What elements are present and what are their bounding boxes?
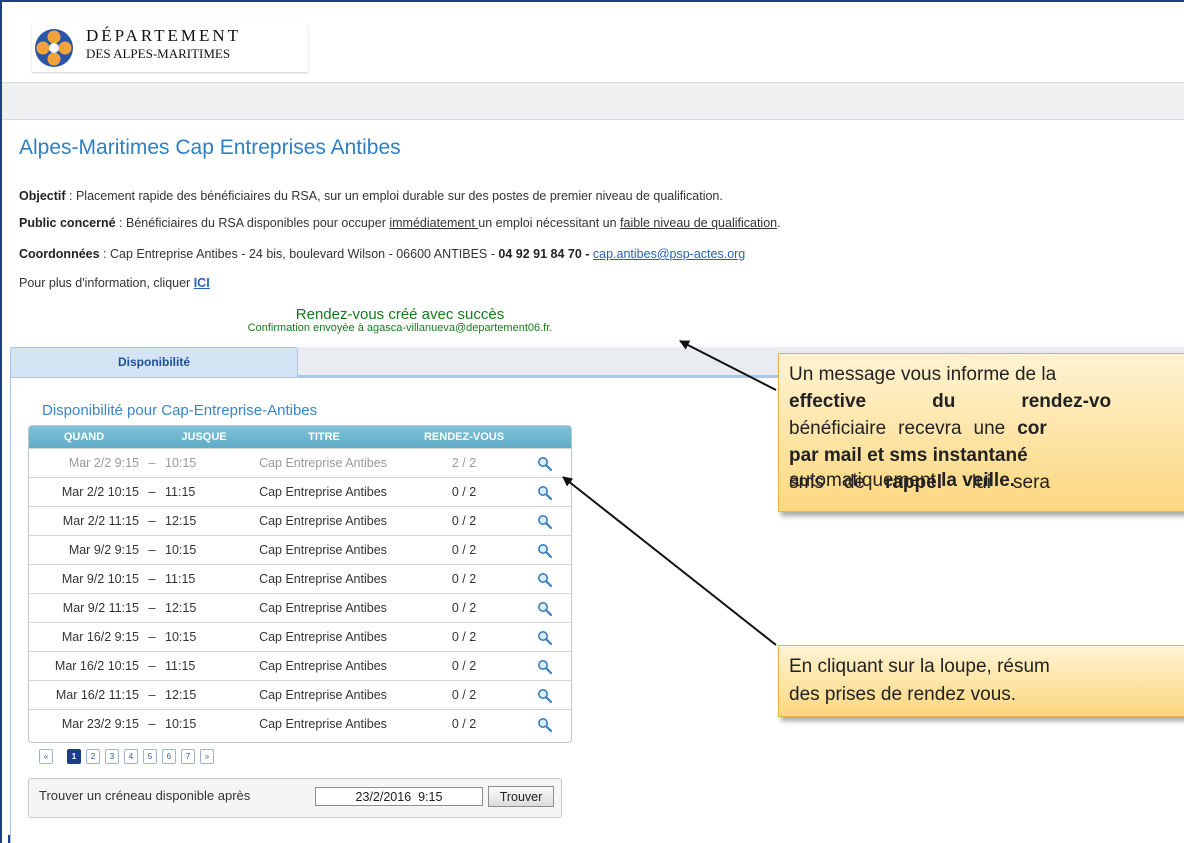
arrow-to-magnifier (562, 476, 777, 646)
callout-1-word-rendez-vous: rendez-vo (1021, 391, 1112, 412)
callout-1-line-4: par mail et sms instantané (789, 445, 1028, 466)
confirmation-callout-last-line: automatiquement la veille. (778, 470, 1184, 510)
magnifier-callout: En cliquant sur la loupe, résum des pris… (778, 645, 1184, 717)
callout-1-line-2: effective du rendez-vo (789, 391, 1111, 413)
callout-1-word-beneficiaire: bénéficiaire (789, 418, 887, 439)
window-bottom-border (8, 835, 10, 843)
callout-1-word-confirmation: cor (1017, 418, 1047, 439)
callout-2-line-1: En cliquant sur la loupe, résum (789, 656, 1050, 677)
callout-1-line-6: automatiquement la veille. (789, 470, 1015, 492)
callout-2-line-2: des prises de rendez vous. (789, 684, 1017, 705)
callout-1-word-automatiquement: automatiquement (789, 470, 942, 491)
callout-1-word-recevra: recevra (898, 418, 962, 439)
callout-1-line-1: Un message vous informe de la (789, 364, 1057, 385)
callout-1-word-effective: effective (789, 391, 867, 412)
callout-1-line-3: bénéficiaire recevra une cor (789, 418, 1047, 440)
callout-1-word-une: une (973, 418, 1006, 439)
callout-1-word-du: du (932, 391, 956, 412)
callout-1-word-la-veille: la veille. (941, 470, 1016, 491)
arrow-to-confirmation (679, 340, 777, 391)
